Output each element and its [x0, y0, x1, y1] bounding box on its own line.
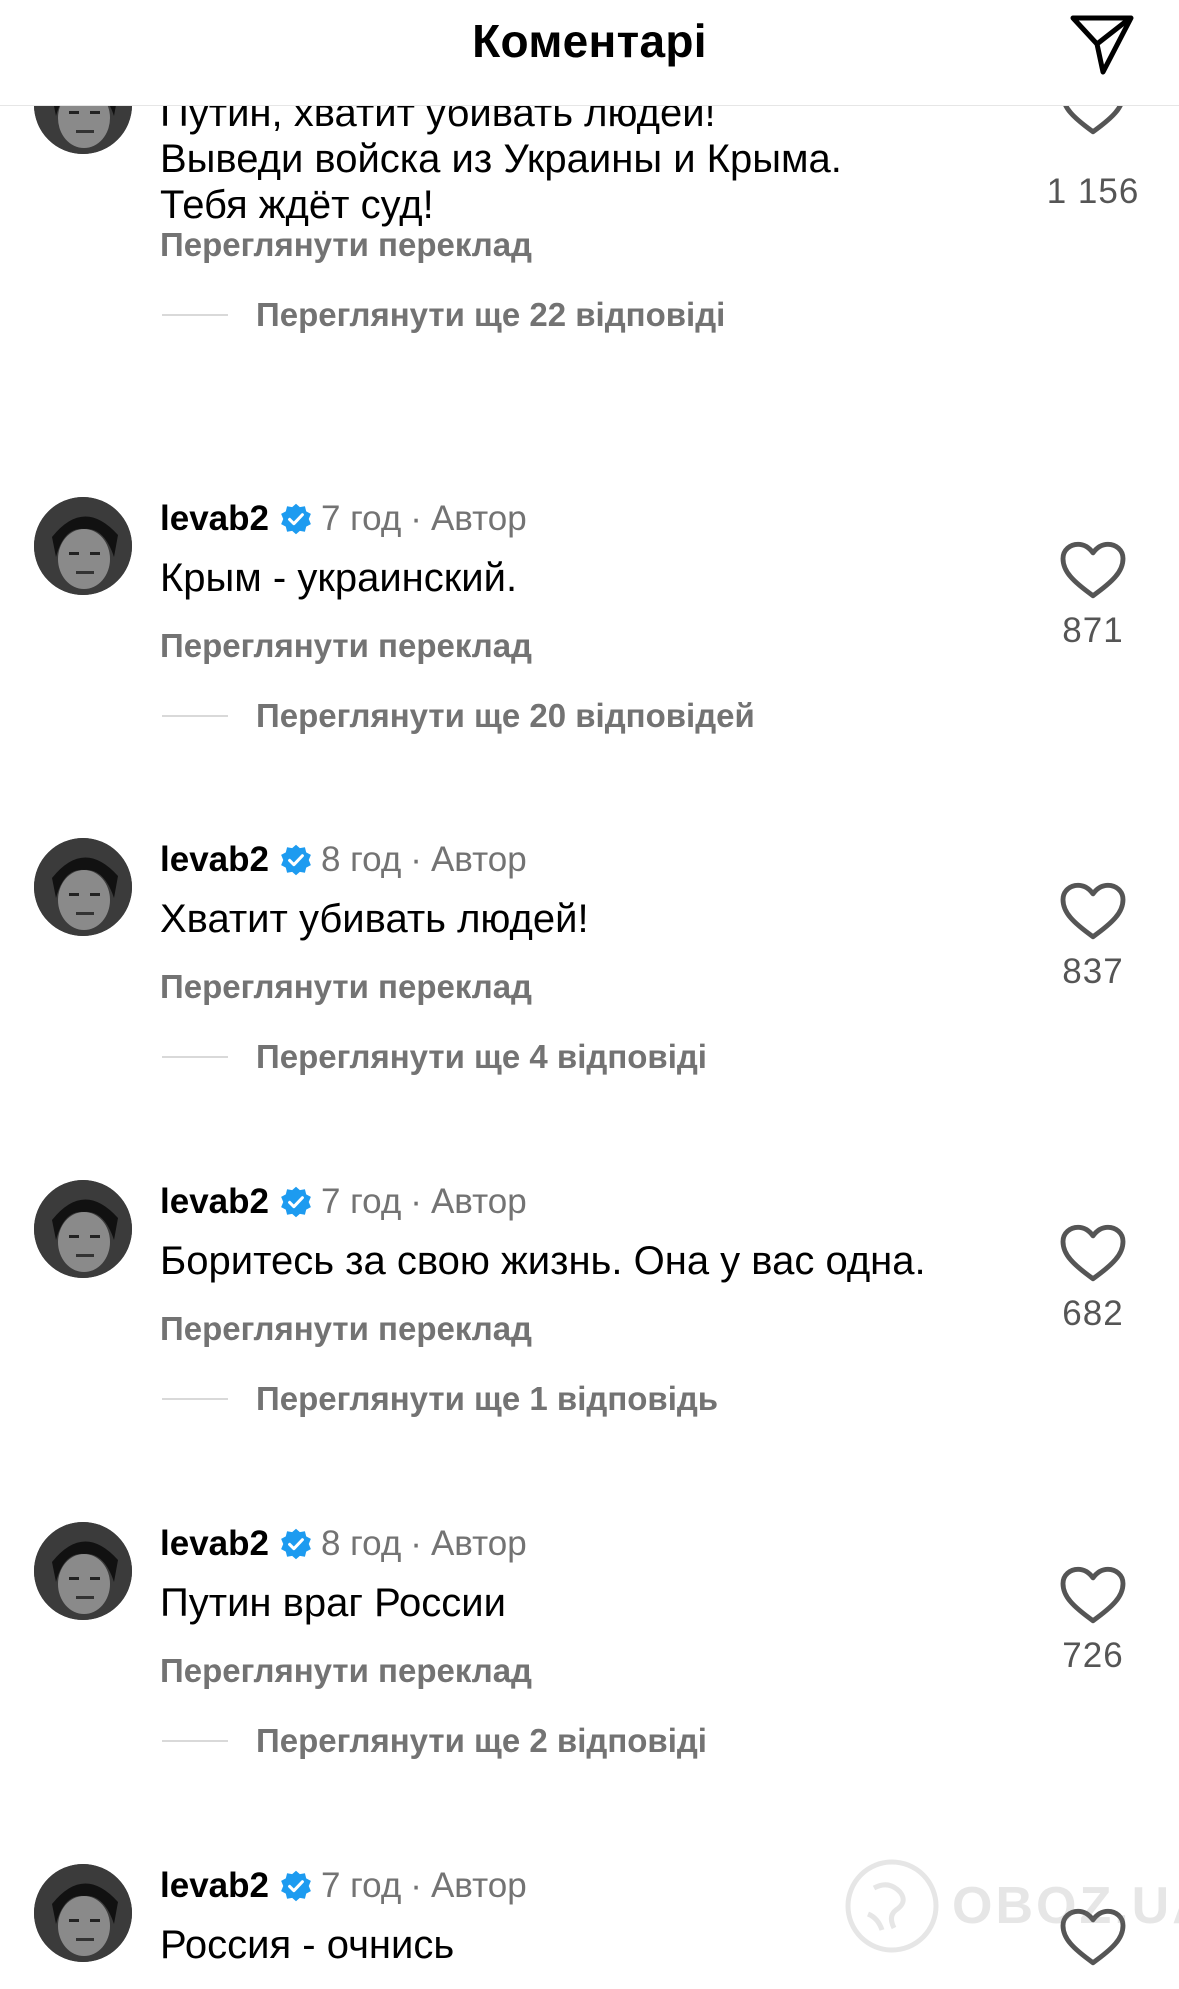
like-count: 726	[1062, 1636, 1124, 1675]
replies-divider	[162, 314, 228, 316]
verified-badge-icon	[281, 1186, 311, 1218]
verified-badge-icon	[281, 503, 311, 535]
comment-time: 8 год	[320, 1524, 402, 1563]
username[interactable]: levab2	[160, 1182, 269, 1222]
replies-divider	[162, 715, 228, 717]
avatar[interactable]	[34, 838, 132, 936]
comment-meta: levab2 8 год · Автор	[160, 838, 527, 882]
comment-item: levab2 7 год · Автор Боритесь за свою жи…	[0, 1180, 1179, 1510]
meta-separator: ·	[410, 840, 422, 879]
view-replies-button[interactable]: Переглянути ще 22 відповіді	[162, 296, 725, 334]
comment-text: Путин враг России	[160, 1581, 506, 1625]
comment-text: Путин, хватит убивать людей! Выведи войс…	[160, 91, 842, 227]
username[interactable]: levab2	[160, 499, 269, 539]
view-replies-button[interactable]: Переглянути ще 4 відповіді	[162, 1038, 707, 1076]
comment-time: 7 год	[320, 499, 402, 538]
like-count: 1 156	[1046, 172, 1140, 211]
avatar[interactable]	[34, 497, 132, 595]
comment-time: 7 год	[320, 1182, 402, 1221]
meta-separator: ·	[410, 1524, 422, 1563]
paper-plane-icon[interactable]	[1067, 8, 1137, 78]
author-label: Автор	[430, 1182, 527, 1221]
comment-meta: levab2 7 год · Автор	[160, 497, 527, 541]
replies-divider	[162, 1740, 228, 1742]
meta-separator: ·	[410, 499, 422, 538]
replies-divider	[162, 1056, 228, 1058]
view-replies-label: Переглянути ще 22 відповіді	[256, 296, 726, 333]
view-replies-label: Переглянути ще 20 відповідей	[256, 697, 755, 734]
comment-meta: levab2 7 год · Автор	[160, 1864, 527, 1908]
see-translation-link[interactable]: Переглянути переклад	[160, 968, 532, 1006]
comment-time: 7 год	[320, 1866, 402, 1905]
comment-text: Крым - украинский.	[160, 556, 518, 600]
author-label: Автор	[430, 1524, 527, 1563]
author-label: Автор	[430, 840, 527, 879]
view-replies-label: Переглянути ще 1 відповідь	[256, 1380, 719, 1417]
like-count: 871	[1062, 611, 1124, 650]
avatar[interactable]	[34, 1864, 132, 1962]
like-count: 682	[1062, 1294, 1124, 1333]
username[interactable]: levab2	[160, 1866, 269, 1906]
comment-item: Путин, хватит убивать людей! Выведи войс…	[0, 56, 1179, 412]
username[interactable]: levab2	[160, 1524, 269, 1564]
author-label: Автор	[430, 499, 527, 538]
header-bar: Коментарі	[0, 0, 1179, 106]
heart-outline-icon[interactable]	[1058, 540, 1128, 600]
watermark-globe-icon	[845, 1859, 939, 1953]
page-title: Коментарі	[472, 15, 707, 67]
heart-outline-icon[interactable]	[1058, 881, 1128, 941]
see-translation-link[interactable]: Переглянути переклад	[160, 1652, 532, 1690]
meta-separator: ·	[410, 1182, 422, 1221]
verified-badge-icon	[281, 844, 311, 876]
comment-meta: levab2 7 год · Автор	[160, 1180, 527, 1224]
replies-divider	[162, 1398, 228, 1400]
like-count: 837	[1062, 952, 1124, 991]
comment-item: levab2 8 год · Автор Хватит убивать люде…	[0, 838, 1179, 1168]
view-replies-label: Переглянути ще 2 відповіді	[256, 1722, 707, 1759]
author-label: Автор	[430, 1866, 527, 1905]
heart-outline-icon[interactable]	[1058, 1223, 1128, 1283]
view-replies-button[interactable]: Переглянути ще 20 відповідей	[162, 697, 755, 735]
view-replies-button[interactable]: Переглянути ще 1 відповідь	[162, 1380, 718, 1418]
see-translation-link[interactable]: Переглянути переклад	[160, 627, 532, 665]
comment-meta: levab2 8 год · Автор	[160, 1522, 527, 1566]
comment-item: levab2 7 год · Автор Крым - украинский. …	[0, 497, 1179, 827]
view-replies-button[interactable]: Переглянути ще 2 відповіді	[162, 1722, 707, 1760]
see-translation-link[interactable]: Переглянути переклад	[160, 226, 532, 264]
verified-badge-icon	[281, 1528, 311, 1560]
comment-text: Боритесь за свою жизнь. Она у вас одна.	[160, 1239, 926, 1283]
view-replies-label: Переглянути ще 4 відповіді	[256, 1038, 707, 1075]
meta-separator: ·	[410, 1866, 422, 1905]
watermark: OBOZ.UA	[844, 1858, 1179, 1954]
watermark-text: OBOZ.UA	[952, 1877, 1179, 1935]
comment-item: levab2 8 год · Автор Путин враг России П…	[0, 1522, 1179, 1852]
heart-outline-icon[interactable]	[1058, 1565, 1128, 1625]
avatar[interactable]	[34, 1180, 132, 1278]
avatar[interactable]	[34, 1522, 132, 1620]
comment-time: 8 год	[320, 840, 402, 879]
comment-text: Хватит убивать людей!	[160, 897, 589, 941]
verified-badge-icon	[281, 1870, 311, 1902]
see-translation-link[interactable]: Переглянути переклад	[160, 1310, 532, 1348]
username[interactable]: levab2	[160, 840, 269, 880]
